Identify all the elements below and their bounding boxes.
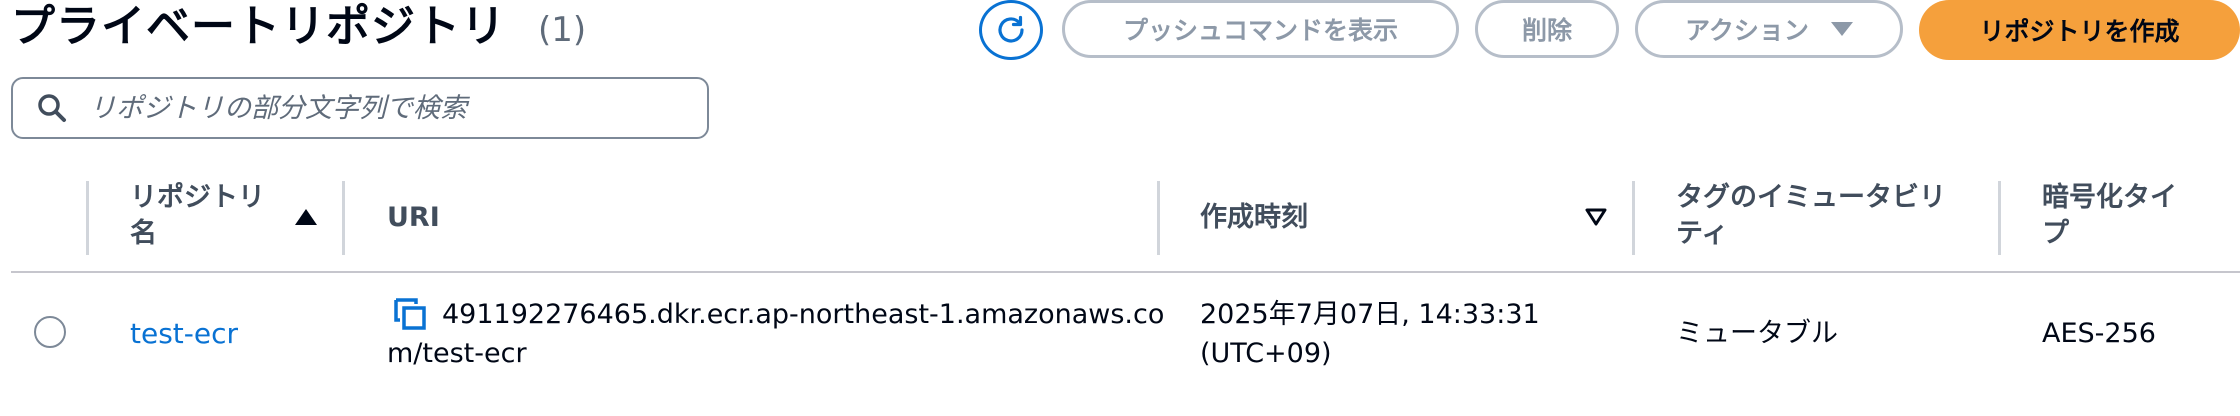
copy-icon[interactable]	[392, 296, 428, 332]
actions-dropdown[interactable]: アクション	[1635, 0, 1903, 58]
column-header-created-at[interactable]: 作成時刻	[1200, 200, 1308, 236]
column-header-tag-immutability[interactable]: タグのイミュータビリ ティ	[1676, 180, 1946, 252]
refresh-button[interactable]	[979, 0, 1043, 60]
page-title: プライベートリポジトリ	[11, 1, 506, 52]
repository-count: (1)	[538, 10, 587, 50]
encryption-type-value: AES-256	[2042, 318, 2156, 349]
delete-button[interactable]: 削除	[1475, 0, 1619, 58]
table-header-divider	[11, 271, 2240, 273]
column-divider[interactable]	[1157, 181, 1160, 255]
column-divider[interactable]	[1632, 181, 1635, 255]
search-bar[interactable]	[11, 77, 709, 139]
column-header-label: 暗号化タイ	[2042, 182, 2177, 213]
column-header-label: プ	[2042, 218, 2069, 249]
tag-mutability-value: ミュータブル	[1676, 318, 1838, 349]
column-header-label: 名	[130, 218, 157, 249]
uri-text-line2: m/test-ecr	[387, 338, 527, 369]
view-push-commands-button[interactable]: プッシュコマンドを表示	[1062, 0, 1459, 58]
column-header-label: リポジトリ	[130, 182, 265, 213]
repositories-page: プライベートリポジトリ (1) プッシュコマンドを表示 削除 アクション リポジ…	[0, 0, 2240, 416]
column-divider[interactable]	[86, 181, 89, 255]
actions-label: アクション	[1685, 16, 1809, 45]
refresh-icon	[998, 15, 1024, 43]
column-header-label: ティ	[1676, 218, 1729, 249]
created-at-line1: 2025年7月07日, 14:33:31	[1200, 299, 1540, 330]
column-divider[interactable]	[1998, 181, 2001, 255]
repository-name-link[interactable]: test-ecr	[130, 316, 238, 352]
column-header-repository-name[interactable]: リポジトリ 名	[130, 180, 265, 252]
column-header-label: タグのイミュータビリ	[1676, 182, 1946, 213]
created-at-line2: (UTC+09)	[1200, 338, 1332, 369]
search-input[interactable]	[87, 91, 691, 125]
column-header-encryption-type[interactable]: 暗号化タイ プ	[2042, 180, 2177, 252]
uri-text-line1: 491192276465.dkr.ecr.ap-northeast-1.amaz…	[442, 299, 1165, 330]
search-icon	[38, 94, 66, 122]
caret-down-icon	[1830, 22, 1853, 36]
column-header-uri[interactable]: URI	[387, 200, 440, 236]
sort-ascending-icon[interactable]	[295, 209, 317, 225]
sort-descending-icon[interactable]	[1585, 208, 1607, 226]
create-repository-button[interactable]: リポジトリを作成	[1919, 0, 2240, 60]
row-select-radio[interactable]	[34, 316, 66, 348]
column-divider[interactable]	[342, 181, 345, 255]
